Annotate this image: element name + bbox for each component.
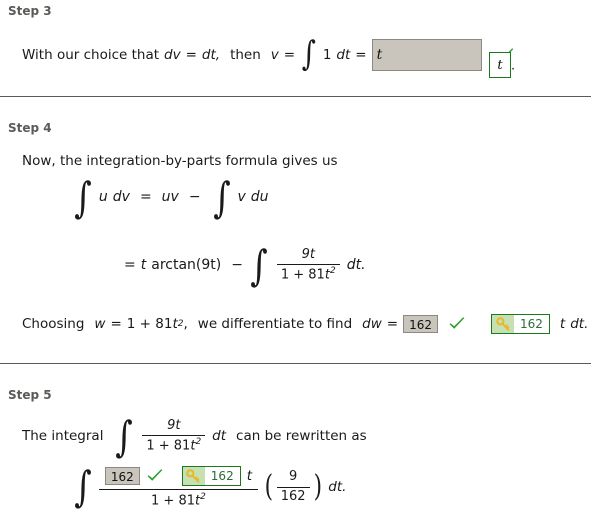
differential-dt: dt. [328,479,347,496]
u-symbol: u [98,188,108,205]
integrand-fraction: 9t 1 + 81t2 [276,247,340,284]
step5-key-value: 162 [210,469,234,483]
integral-icon: ∫ [301,34,317,75]
fraction-denominator: 1 + 81t2 [142,435,206,455]
dv-symbol: dv [112,188,130,205]
paren-open: ( [264,469,274,505]
tail-dt-symbol: dt. [570,315,589,332]
equals-sign-1: = [185,46,197,63]
fraction-numerator: 9t [167,418,181,433]
denominator-exponent: 2 [329,266,336,277]
fraction-denominator: 1 + 81t2 [276,264,340,284]
coefficient-numerator: 9 [288,469,298,485]
integrand-fraction: 9t 1 + 81t2 [142,418,206,455]
section-divider-2 [0,363,591,364]
integral-icon: ∫ [74,462,92,512]
denominator-lead: 1 + 81 [151,493,196,509]
equals-sign-3: = [355,46,367,63]
step5-key-answer-box: 162 [181,466,241,486]
denominator-lead: 1 + 81 [146,438,191,454]
section-divider-1 [0,96,591,97]
step3-key-answer-box: t [489,52,511,78]
key-icon [182,467,205,485]
answer-fraction: 162 162 t 1 + 81t2 [98,466,258,509]
w-symbol: w [94,315,106,332]
step4-formula-result: = t arctan(9t) − ∫ 9t 1 + 81t2 dt. [124,240,366,290]
coefficient-denominator: 162 [276,486,310,505]
integral-icon: ∫ [74,173,92,222]
statement-lead: With our choice that [22,46,160,63]
paren-close: ) [313,469,322,505]
step4-key-value: 162 [520,317,543,331]
choosing-lead: Choosing [22,315,85,332]
equals-sign: = [124,256,136,273]
uv-term: uv [161,188,179,205]
step-4-intro: Now, the integration-by-parts formula gi… [22,153,338,169]
fraction-numerator: 9t [301,247,315,262]
v-symbol: v [270,46,279,63]
step-3-statement: With our choice that dv = dt, then v = ∫… [22,38,515,72]
differential-dt: dt [336,46,351,63]
dt-symbol: dt, [201,46,221,63]
denominator-exponent: 2 [195,437,202,448]
numerator-t-symbol: t [246,468,252,484]
differential-dt: dt. [346,256,366,273]
step4-key-answer-box: 162 [491,314,550,334]
answer-fraction-denominator: 1 + 81t2 [98,489,258,509]
comma: , [183,315,188,332]
step4-formula-ibp: ∫ u dv = uv − ∫ v du [72,173,269,222]
equals-sign-2: = [283,46,296,63]
v-symbol: v [237,188,246,205]
coefficient-fraction: 9 162 [276,469,310,505]
step5-answer-formula: ∫ 162 162 t 1 + 81t2 (9 162) dt. [72,466,346,508]
integral-icon: ∫ [250,240,268,290]
step-5-label: Step 5 [8,388,52,402]
step3-answer-input[interactable]: t [371,39,482,71]
denominator-exponent: 2 [200,492,206,502]
integral-icon-2: ∫ [212,173,231,222]
statement-lead: The integral [22,427,104,444]
tail-t-symbol: t [559,315,566,332]
key-icon [492,315,514,333]
then-word: then [230,46,261,63]
minus-sign: − [231,256,243,273]
choosing-mid-text: we differentiate to find [197,315,353,332]
minus-sign: − [188,188,201,205]
equals-sign-1: = [110,315,122,332]
dv-symbol: dv [164,46,181,63]
dw-symbol: dw [362,315,382,332]
integral-icon: ∫ [115,411,134,461]
step5-statement: The integral ∫ 9t 1 + 81t2 dt can be rew… [22,411,367,461]
w-expression-lead: 1 + 81 [126,315,173,332]
step-3-label: Step 3 [8,4,52,18]
statement-tail: can be rewritten as [236,427,367,444]
step4-answer-input[interactable]: 162 [403,315,438,333]
differential-dt: dt [212,427,227,444]
equals-sign-2: = [386,315,399,332]
step-4-label: Step 4 [8,121,52,135]
green-check-icon [448,315,466,333]
step5-answer-input[interactable]: 162 [104,467,140,485]
arctan-term: arctan(9t) [151,256,222,273]
answer-fraction-numerator: 162 162 t [99,466,258,489]
equals-sign: = [139,188,152,205]
step3-trailing-period: . [511,58,516,74]
du-symbol: du [250,188,269,205]
denominator-lead: 1 + 81 [280,267,325,283]
step4-choosing-statement: Choosing w = 1 + 81 t 2, we differentiate … [22,311,588,337]
integrand-one: 1 [322,46,332,63]
green-check-icon [146,467,164,485]
t-symbol: t [140,256,147,273]
step3-key-answer-group: t. [489,52,515,78]
